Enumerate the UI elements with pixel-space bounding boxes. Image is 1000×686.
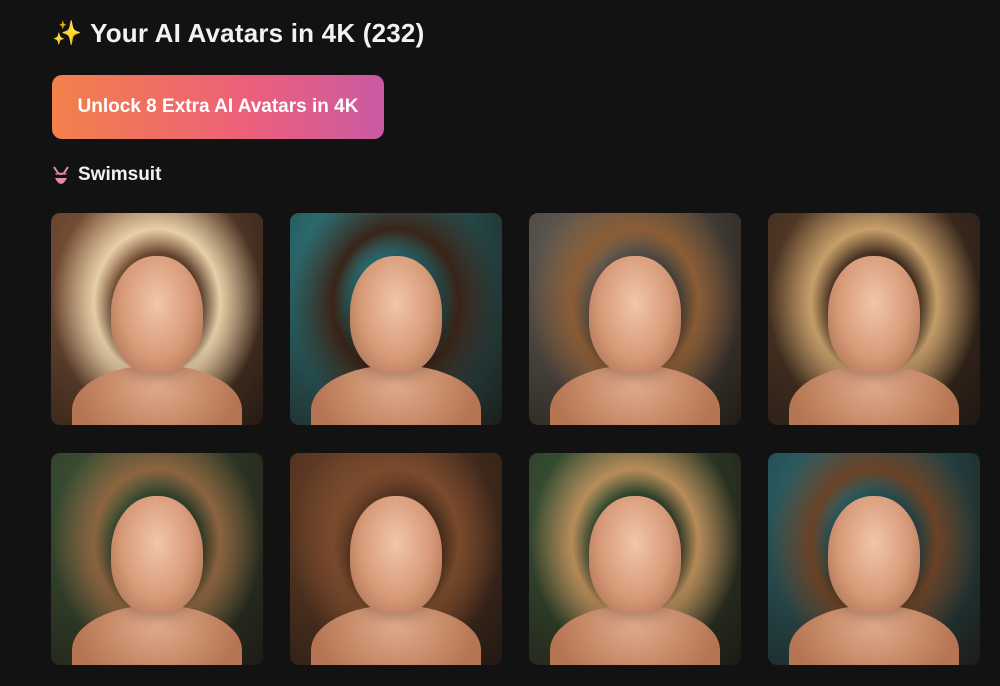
page-title: ✨ Your AI Avatars in 4K (232) <box>52 18 424 49</box>
avatar-card[interactable] <box>768 453 980 665</box>
avatar-card[interactable] <box>529 213 741 425</box>
avatar-card[interactable] <box>529 453 741 665</box>
unlock-button-label: Unlock 8 Extra AI Avatars in 4K <box>77 96 359 117</box>
avatar-card[interactable] <box>290 213 502 425</box>
page-title-text: Your AI Avatars in 4K (232) <box>90 18 425 48</box>
avatar-card[interactable] <box>290 453 502 665</box>
avatar-card[interactable] <box>51 213 263 425</box>
bikini-icon <box>53 166 69 184</box>
sparkles-icon: ✨ <box>52 19 83 47</box>
section-label: Swimsuit <box>78 164 162 185</box>
avatar-card[interactable] <box>51 453 263 665</box>
avatar-card[interactable] <box>768 213 980 425</box>
avatar-grid <box>51 213 980 665</box>
section-header-swimsuit: Swimsuit <box>52 164 161 186</box>
unlock-extra-avatars-button[interactable]: Unlock 8 Extra AI Avatars in 4K <box>52 75 384 139</box>
